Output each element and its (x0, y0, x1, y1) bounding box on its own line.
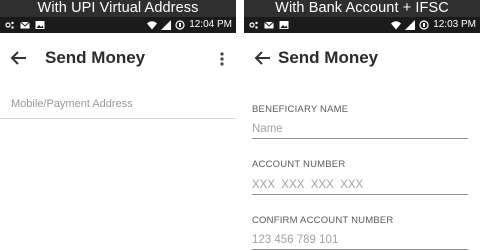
status-bar: 12:04 PM (0, 17, 236, 33)
input-underline (0, 118, 236, 119)
signal-icon (161, 20, 172, 30)
wifi-icon (391, 21, 402, 30)
upi-screen: With UPI Virtual Address 12:04 PM Send M… (0, 0, 236, 251)
bank-account-screen: With Bank Account + IFSC 12:03 PM Send M… (244, 0, 480, 251)
page-title: Send Money (45, 48, 146, 67)
account-number-input[interactable] (252, 177, 466, 193)
battery-icon (175, 20, 185, 30)
signal-icon (405, 20, 416, 30)
mail-icon (20, 21, 30, 29)
input-underline (252, 138, 468, 139)
status-system: 12:04 PM (147, 19, 232, 31)
confirm-account-number-label: CONFIRM ACCOUNT NUMBER (252, 215, 394, 226)
back-arrow-icon[interactable] (252, 47, 274, 69)
screen-caption: With Bank Account + IFSC (244, 0, 480, 17)
notification-icon (5, 21, 14, 29)
overflow-menu-icon[interactable] (218, 51, 226, 67)
app-bar: Send Money (0, 33, 236, 83)
beneficiary-name-input[interactable] (252, 121, 466, 137)
status-time: 12:03 PM (433, 19, 476, 30)
input-underline (252, 194, 468, 195)
notification-icon (249, 21, 258, 29)
mail-icon (264, 21, 274, 29)
panel-divider (236, 0, 244, 251)
status-notifications (249, 20, 289, 30)
input-underline (252, 249, 468, 250)
battery-icon (419, 20, 429, 30)
status-notifications (5, 20, 45, 30)
account-number-label: ACCOUNT NUMBER (252, 159, 346, 170)
app-bar: Send Money (244, 33, 480, 83)
status-time: 12:04 PM (189, 19, 232, 30)
payment-address-input[interactable] (11, 95, 231, 113)
screen-caption: With UPI Virtual Address (0, 0, 236, 17)
status-bar: 12:03 PM (244, 17, 480, 33)
beneficiary-name-label: BENEFICIARY NAME (252, 104, 349, 115)
status-system: 12:03 PM (391, 19, 476, 31)
page-title: Send Money (278, 48, 379, 67)
image-icon (279, 21, 289, 29)
image-icon (35, 21, 45, 29)
back-arrow-icon[interactable] (8, 47, 30, 69)
confirm-account-number-input[interactable] (252, 232, 466, 248)
wifi-icon (147, 21, 158, 30)
